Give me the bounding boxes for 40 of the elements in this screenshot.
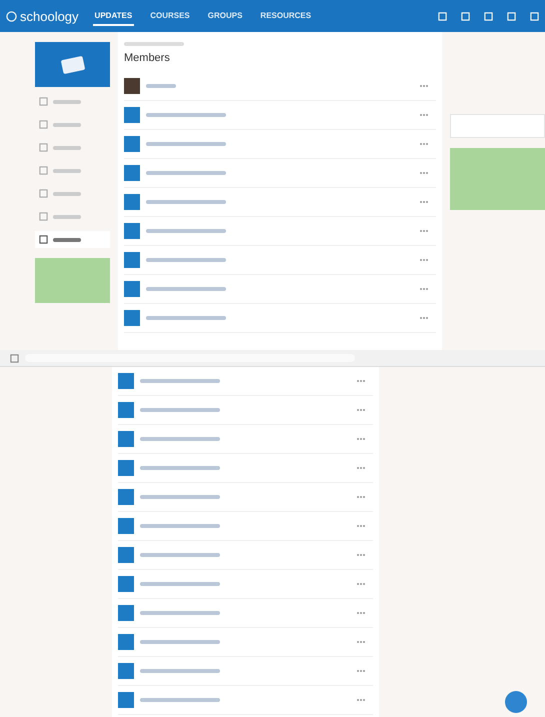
more-icon[interactable]: [357, 379, 365, 383]
more-icon[interactable]: [420, 84, 428, 88]
toolbar-icon[interactable]: [530, 12, 539, 20]
card-icon: [60, 56, 86, 74]
search-field[interactable]: [450, 114, 545, 138]
brand-name: schoology: [20, 8, 79, 24]
more-icon[interactable]: [357, 582, 365, 586]
more-icon[interactable]: [420, 142, 428, 146]
brand-logo[interactable]: schoology: [6, 8, 79, 24]
toolbar-icon[interactable]: [438, 12, 447, 20]
more-icon[interactable]: [357, 553, 365, 557]
toolbar-icon[interactable]: [461, 12, 470, 20]
back-icon[interactable]: [10, 354, 19, 362]
more-icon[interactable]: [357, 640, 365, 644]
more-icon[interactable]: [357, 495, 365, 499]
more-icon[interactable]: [420, 258, 428, 262]
more-icon[interactable]: [357, 437, 365, 441]
more-icon[interactable]: [420, 316, 428, 320]
more-icon[interactable]: [420, 171, 428, 175]
help-button[interactable]: [505, 691, 527, 713]
nav-tab[interactable]: RESOURCES: [258, 6, 314, 26]
nav-tab[interactable]: UPDATES: [92, 6, 134, 26]
more-icon[interactable]: [357, 669, 365, 673]
more-icon[interactable]: [357, 466, 365, 470]
toolbar-icon[interactable]: [484, 12, 493, 20]
page-title: Members: [124, 52, 171, 64]
logo-icon: [6, 10, 17, 22]
more-icon[interactable]: [357, 698, 365, 702]
more-icon[interactable]: [420, 113, 428, 117]
sidebar-icon[interactable]: [39, 235, 48, 244]
nav-tab[interactable]: GROUPS: [206, 6, 244, 26]
toolbar-icon[interactable]: [507, 12, 516, 20]
more-icon[interactable]: [420, 229, 428, 233]
more-icon[interactable]: [357, 611, 365, 615]
more-icon[interactable]: [420, 200, 428, 204]
nav-tab[interactable]: COURSES: [148, 6, 192, 26]
more-icon[interactable]: [357, 408, 365, 412]
sidebar-item[interactable]: [35, 231, 110, 248]
more-icon[interactable]: [357, 524, 365, 528]
more-icon[interactable]: [420, 287, 428, 291]
